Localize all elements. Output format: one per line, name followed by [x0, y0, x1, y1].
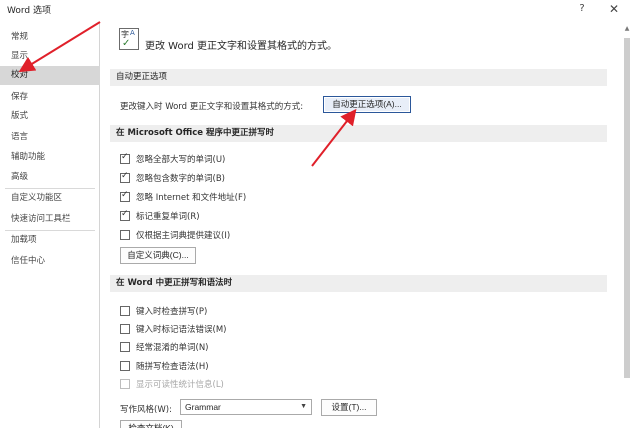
checkbox[interactable] [120, 209, 130, 221]
option-label: 随拼写检查语法(H) [136, 362, 209, 372]
section-word-spelling-grammar: 在 Word 中更正拼写和语法时 [110, 275, 607, 292]
proofing-icon: 字 A ✓ [119, 28, 139, 50]
sidebar-item-quick-access-toolbar[interactable]: 快速访问工具栏 [0, 210, 100, 229]
checkbox[interactable] [120, 306, 130, 316]
recheck-document-button[interactable]: 检查文档(K) [120, 420, 182, 428]
option-flag-repeated[interactable]: 标记重复单词(R) [120, 209, 320, 223]
option-label: 显示可读性统计信息(L) [136, 380, 224, 390]
sidebar-item-language[interactable]: 语言 [0, 128, 100, 147]
option-ignore-numbers[interactable]: 忽略包含数字的单词(B) [120, 171, 320, 185]
option-ignore-uppercase[interactable]: 忽略全部大写的单词(U) [120, 152, 320, 166]
sidebar-item-customize-ribbon[interactable]: 自定义功能区 [0, 189, 100, 208]
writing-style-dropdown[interactable]: Grammar ▼ [180, 399, 312, 415]
sidebar-item-addins[interactable]: 加载项 [0, 231, 100, 250]
sidebar-item-accessibility[interactable]: 辅助功能 [0, 148, 100, 167]
option-label: 键入时标记语法错误(M) [136, 325, 227, 335]
option-main-dictionary-only[interactable]: 仅根据主词典提供建议(I) [120, 228, 320, 242]
section-autocorrect: 自动更正选项 [110, 69, 607, 86]
sidebar-item-trust-center[interactable]: 信任中心 [0, 252, 100, 271]
checkbox[interactable] [120, 171, 130, 183]
writing-style-value: Grammar [185, 402, 221, 412]
option-mark-grammar[interactable]: 键入时标记语法错误(M) [120, 322, 320, 336]
option-label: 标记重复单词(R) [136, 212, 200, 222]
custom-dictionaries-button[interactable]: 自定义词典(C)... [120, 247, 196, 264]
help-button[interactable]: ? [574, 1, 590, 17]
checkbox[interactable] [120, 230, 130, 240]
checkbox[interactable] [120, 324, 130, 334]
option-label: 仅根据主词典提供建议(I) [136, 231, 231, 241]
autocorrect-description: 更改键入时 Word 更正文字和设置其格式的方式: [120, 102, 304, 112]
vertical-scrollbar[interactable]: ▲ [622, 22, 632, 428]
sidebar-item-save[interactable]: 保存 [0, 88, 100, 107]
chevron-down-icon: ▼ [300, 403, 307, 410]
grammar-settings-button[interactable]: 设置(T)... [321, 399, 377, 416]
option-readability-stats: 显示可读性统计信息(L) [120, 377, 320, 391]
close-button[interactable]: ✕ [606, 1, 622, 17]
checkbox[interactable] [120, 361, 130, 371]
option-confused-words[interactable]: 经常混淆的单词(N) [120, 340, 320, 354]
autocorrect-options-button[interactable]: 自动更正选项(A)... [323, 96, 411, 113]
options-sidebar: 常规 显示 校对 保存 版式 语言 辅助功能 高级 自定义功能区 快速访问工具栏… [0, 22, 100, 428]
option-check-spelling[interactable]: 键入时检查拼写(P) [120, 304, 320, 318]
sidebar-item-display[interactable]: 显示 [0, 47, 100, 66]
scrollbar-thumb[interactable] [624, 38, 630, 378]
sidebar-item-layout[interactable]: 版式 [0, 107, 100, 126]
checkbox[interactable] [120, 342, 130, 352]
option-label: 键入时检查拼写(P) [136, 307, 208, 317]
writing-style-label: 写作风格(W): [120, 405, 172, 415]
checkbox[interactable] [120, 190, 130, 202]
sidebar-item-general[interactable]: 常规 [0, 28, 100, 47]
sidebar-item-advanced[interactable]: 高级 [0, 168, 100, 187]
proofing-panel: 字 A ✓ 更改 Word 更正文字和设置其格式的方式。 自动更正选项 更改键入时 … [101, 22, 622, 428]
checkbox[interactable] [120, 152, 130, 164]
checkbox [120, 379, 130, 389]
scroll-up-icon[interactable]: ▲ [623, 25, 631, 33]
option-label: 忽略全部大写的单词(U) [136, 155, 226, 165]
title-bar: Word 选项 ? ✕ [0, 0, 632, 18]
option-label: 经常混淆的单词(N) [136, 343, 209, 353]
option-ignore-internet[interactable]: 忽略 Internet 和文件地址(F) [120, 190, 320, 204]
option-grammar-with-spelling[interactable]: 随拼写检查语法(H) [120, 359, 320, 373]
window-title: Word 选项 [7, 6, 51, 16]
sidebar-item-proofing[interactable]: 校对 [0, 66, 100, 85]
option-label: 忽略 Internet 和文件地址(F) [136, 193, 247, 203]
section-office-spelling: 在 Microsoft Office 程序中更正拼写时 [110, 125, 607, 142]
page-description: 更改 Word 更正文字和设置其格式的方式。 [145, 41, 338, 52]
option-label: 忽略包含数字的单词(B) [136, 174, 225, 184]
